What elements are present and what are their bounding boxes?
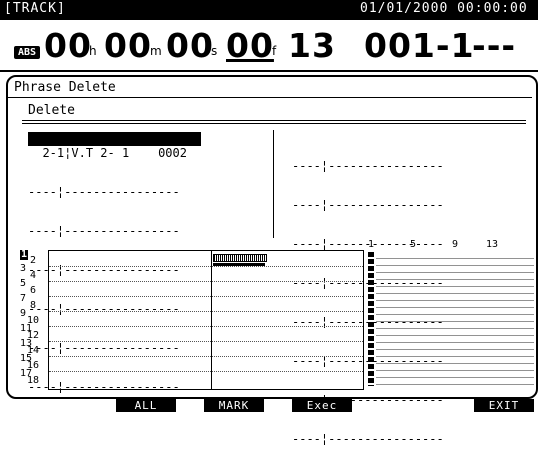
title-divider <box>8 97 532 98</box>
phrase-track: 2-1 <box>42 146 65 160</box>
grid-line <box>49 296 363 297</box>
mixer-overview: 1 5 9 13 <box>368 240 534 390</box>
panel-title: Phrase Delete <box>14 80 116 95</box>
minutes-value: 00 <box>104 26 152 65</box>
date-time: 01/01/2000 00:00:00 <box>360 1 528 16</box>
track-num: 18 <box>27 375 40 386</box>
screen-name: [TRACK] <box>4 1 66 16</box>
phrase-block-track-1[interactable] <box>213 254 267 262</box>
all-button[interactable]: ALL <box>116 399 176 412</box>
track-phrase-grid[interactable] <box>48 250 364 390</box>
phrase-block-track-2[interactable] <box>213 263 265 266</box>
empty-row: ----¦---------------- <box>292 159 444 173</box>
abs-badge: ABS <box>14 46 40 59</box>
track-num: 2 <box>30 255 37 266</box>
mixer-dotted-rows <box>376 252 534 386</box>
track-num: 3 <box>20 263 27 274</box>
exec-button[interactable]: Exec <box>292 399 352 412</box>
phrase-name: V.T 2- 1 <box>71 146 130 160</box>
empty-row: ----¦---------------- <box>28 224 180 238</box>
grid-line <box>49 326 363 327</box>
mixer-col-label: 9 <box>452 239 459 250</box>
mixer-level-column <box>368 252 374 386</box>
track-number-column: 1 2 3 4 5 6 7 8 9 10 11 12 13 14 15 16 1… <box>20 250 48 390</box>
tab-underline-2 <box>22 123 526 124</box>
time-counter: ABS 00 h 00 m 00 s 00 f 13 001-1 --- <box>14 24 538 68</box>
empty-row: ----¦---------------- <box>28 185 180 199</box>
grid-line <box>49 311 363 312</box>
measure-beat: 001-1 <box>364 26 475 65</box>
top-status-bar: [TRACK] 01/01/2000 00:00:00 <box>0 0 538 20</box>
function-button-bar: ALL MARK Exec EXIT <box>0 398 538 414</box>
track-num: 8 <box>30 300 37 311</box>
subframe-value: 13 <box>288 26 336 65</box>
track-num: 1 <box>20 249 29 260</box>
tab-delete[interactable]: Delete <box>28 103 75 118</box>
marker-number: --- <box>472 26 517 65</box>
track-num: 6 <box>30 285 37 296</box>
list-divider <box>273 130 274 238</box>
track-num: 9 <box>20 308 27 319</box>
minutes-unit: m <box>150 44 162 58</box>
mark-button[interactable]: MARK <box>204 399 264 412</box>
seconds-value: 00 <box>166 26 214 65</box>
empty-row: ----¦---------------- <box>292 432 444 446</box>
tab-underline-1 <box>22 120 526 121</box>
hours-unit: h <box>89 44 97 58</box>
empty-row: ----¦---------------- <box>292 198 444 212</box>
exit-button[interactable]: EXIT <box>474 399 534 412</box>
track-num: 5 <box>20 278 27 289</box>
mixer-col-label: 13 <box>486 239 499 250</box>
now-line <box>211 251 212 389</box>
grid-line <box>49 356 363 357</box>
phrase-row-2[interactable]: 2-1¦V.T 2- 1 0002 <box>28 146 187 160</box>
mixer-col-label: 1 <box>368 239 375 250</box>
track-num: 4 <box>30 270 37 281</box>
grid-line <box>49 281 363 282</box>
frames-value: 00 <box>226 26 274 65</box>
hours-value: 00 <box>44 26 92 65</box>
phrase-row-1[interactable]: √ 1-1¦V.T 1- 1 0000 <box>28 132 202 160</box>
grid-line <box>49 266 363 267</box>
counter-divider <box>0 70 538 72</box>
seconds-unit: s <box>211 44 218 58</box>
phrase-count: 0002 <box>158 146 187 160</box>
grid-line <box>49 341 363 342</box>
frames-unit: f <box>272 44 277 58</box>
track-num: 7 <box>20 293 27 304</box>
grid-line <box>49 371 363 372</box>
mixer-col-label: 5 <box>410 239 417 250</box>
